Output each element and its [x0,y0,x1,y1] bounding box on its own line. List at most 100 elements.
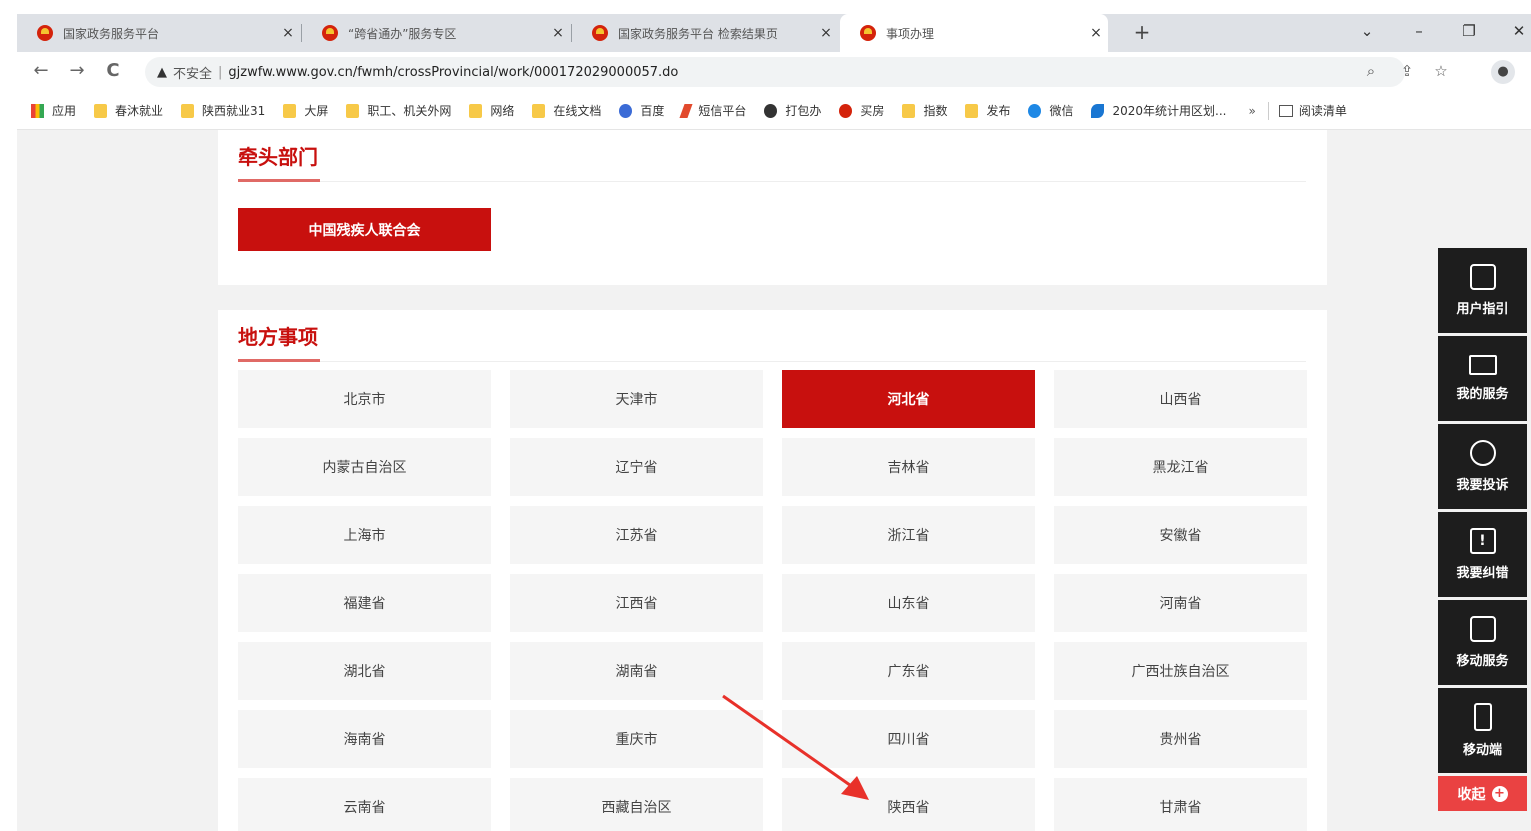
gov-emblem-icon [860,25,876,41]
warning-icon[interactable]: ▲ [157,65,167,80]
region-option[interactable]: 辽宁省 [510,438,763,496]
region-option[interactable]: 广西壮族自治区 [1054,642,1307,700]
collapse-label: 收起 [1457,786,1486,803]
back-button[interactable]: ← [29,60,53,81]
bookmark-item[interactable]: 百度 [619,102,664,119]
tab-title: 事项办理 [886,26,935,41]
region-option[interactable]: 天津市 [510,370,763,428]
error-report-icon [1469,528,1496,554]
restore-button[interactable]: ❐ [1457,22,1481,40]
bookmark-label: 陕西就业31 [202,104,266,118]
bookmark-item[interactable]: 发布 [965,102,1010,119]
tab-close-icon[interactable]: × [546,25,570,41]
bookmark-item[interactable]: 在线文档 [532,102,601,119]
globe-icon [764,103,778,118]
browser-menu-icon[interactable]: ⋮ [1527,62,1531,78]
bookmark-label: 春沐就业 [115,104,164,118]
folder-icon [469,103,483,118]
bookmark-item[interactable]: 短信平台 [679,102,747,119]
bookmark-item[interactable]: 应用 [31,102,76,119]
region-option[interactable]: 湖北省 [238,642,491,700]
side-toolbar-item[interactable]: 我要纠错 [1438,512,1527,597]
side-toolbar-label: 我的服务 [1456,387,1509,402]
region-option[interactable]: 河北省 [782,370,1035,428]
bookmark-item[interactable]: 买房 [839,102,884,119]
reload-button[interactable]: C [101,60,125,81]
bookmark-item[interactable]: 打包办 [764,102,821,119]
region-option[interactable]: 甘肃省 [1054,778,1307,831]
close-window-button[interactable]: ✕ [1507,22,1531,40]
region-option[interactable]: 上海市 [238,506,491,564]
side-toolbar: 用户指引我的服务我要投诉我要纠错移动服务移动端收起 + [1438,248,1527,811]
folder-icon [346,103,360,118]
region-option[interactable]: 河南省 [1054,574,1307,632]
reading-list-icon [1278,104,1293,117]
region-option[interactable]: 江苏省 [510,506,763,564]
region-option[interactable]: 贵州省 [1054,710,1307,768]
reading-list-label: 阅读清单 [1298,104,1347,118]
region-option[interactable]: 山东省 [782,574,1035,632]
bookmark-item[interactable]: 陕西就业31 [181,102,265,119]
region-option[interactable]: 福建省 [238,574,491,632]
page-content: 牵头部门 中国残疾人联合会 地方事项 北京市 天津市 河北省 山西省 内蒙古自治区 辽宁省… [17,130,1531,831]
bookmark-item[interactable]: 职工、机关外网 [346,102,451,119]
bookmark-star-icon[interactable]: ☆ [1429,62,1453,80]
gov-emblem-icon [322,25,338,41]
region-option[interactable]: 浙江省 [782,506,1035,564]
bookmark-label: 打包办 [785,104,822,118]
bookmark-item[interactable]: 春沐就业 [94,102,163,119]
lead-dept-button[interactable]: 中国残疾人联合会 [238,208,491,251]
region-option[interactable]: 北京市 [238,370,491,428]
tab-search-icon[interactable]: ⌄ [1355,22,1379,40]
bookmark-label: 在线文档 [553,104,602,118]
region-option[interactable]: 山西省 [1054,370,1307,428]
browser-tab-2[interactable]: “跨省通办”服务专区 × [302,14,570,52]
profile-avatar-icon[interactable]: ● [1491,60,1515,84]
tab-close-icon[interactable]: × [276,25,300,41]
folder-icon [94,103,108,118]
gov-emblem-icon [37,25,53,41]
tab-close-icon[interactable]: × [1084,25,1108,41]
bookmark-item[interactable]: 微信 [1028,102,1073,119]
bookmarks-overflow-button[interactable]: » [1248,104,1255,118]
url-text[interactable]: gjzwfw.www.gov.cn/fwmh/crossProvincial/w… [228,65,678,80]
bookmark-label: 2020年统计用区划... [1112,104,1227,118]
plus-circle-icon: + [1491,785,1508,802]
browser-tab-active[interactable]: 事项办理 × [840,14,1108,52]
side-toolbar-item[interactable]: 移动服务 [1438,600,1527,685]
browser-tab-1[interactable]: 国家政务服务平台 × [17,14,300,52]
bookmark-label: 百度 [640,104,665,118]
region-option[interactable]: 云南省 [238,778,491,831]
bookmark-item[interactable]: 网络 [469,102,514,119]
share-icon[interactable]: ⇪ [1395,62,1419,80]
bookmark-item[interactable]: 2020年统计用区划... [1091,102,1226,119]
collapse-toolbar-button[interactable]: 收起 + [1438,776,1527,811]
side-toolbar-item[interactable]: 用户指引 [1438,248,1527,333]
address-bar[interactable]: ▲ 不安全 | gjzwfw.www.gov.cn/fwmh/crossProv… [145,57,1405,87]
tab-close-icon[interactable]: × [814,25,838,41]
side-toolbar-item[interactable]: 移动端 [1438,688,1527,773]
local-items-title: 地方事项 [238,318,320,362]
address-divider: | [218,64,223,80]
bookmark-item[interactable]: 指数 [902,102,947,119]
zoom-search-icon[interactable]: ⌕ [1359,62,1383,80]
region-option[interactable]: 海南省 [238,710,491,768]
forward-button[interactable]: → [65,60,89,81]
browser-tab-3[interactable]: 国家政务服务平台 检索结果页 × [572,14,838,52]
reading-list-button[interactable]: 阅读清单 [1278,102,1347,119]
bookmark-label: 短信平台 [698,104,747,118]
monitor-icon [1468,355,1497,375]
side-toolbar-item[interactable]: 我的服务 [1438,336,1527,421]
region-option[interactable]: 内蒙古自治区 [238,438,491,496]
security-status[interactable]: 不安全 [173,63,212,82]
side-toolbar-item[interactable]: 我要投诉 [1438,424,1527,509]
bookmark-item[interactable]: 大屏 [283,102,328,119]
mobile-service-icon [1469,616,1496,642]
region-option[interactable]: 吉林省 [782,438,1035,496]
new-tab-button[interactable]: + [1129,20,1155,44]
region-option[interactable]: 江西省 [510,574,763,632]
tab-title: “跨省通办”服务专区 [348,26,457,41]
minimize-button[interactable]: – [1407,22,1431,40]
region-option[interactable]: 黑龙江省 [1054,438,1307,496]
region-option[interactable]: 安徽省 [1054,506,1307,564]
